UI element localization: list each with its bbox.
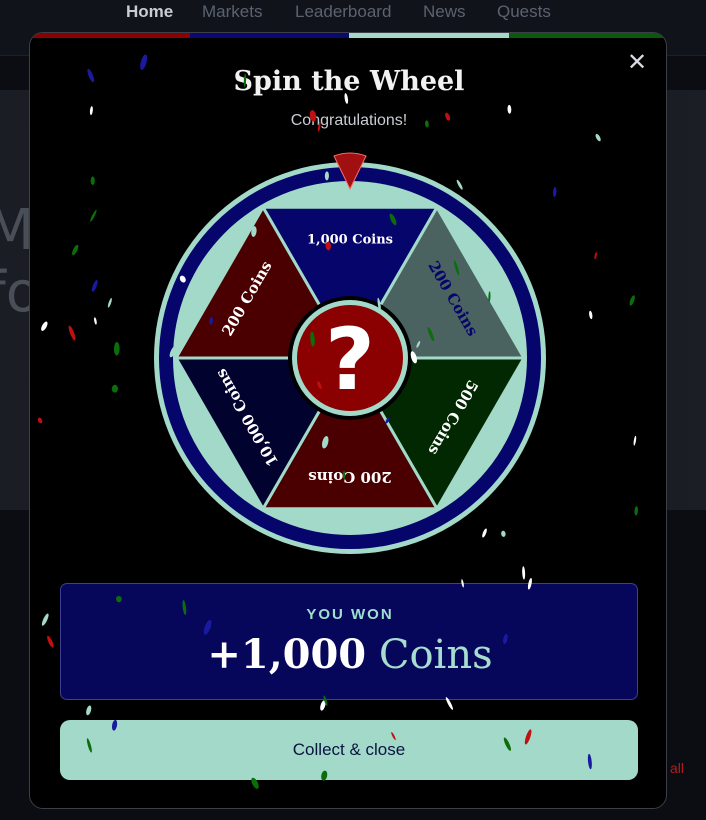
result-amount-unit: Coins	[378, 632, 493, 678]
result-amount: +1,000 Coins	[61, 630, 639, 680]
collect-close-button[interactable]: Collect & close	[60, 720, 638, 780]
result-label: YOU WON	[306, 606, 394, 623]
nav-home[interactable]: Home	[126, 2, 173, 22]
color-stripe-mint	[349, 33, 509, 38]
spin-wheel-modal: ✕ Spin the Wheel Congratulations! 1,000 …	[29, 32, 667, 809]
modal-title: Spin the Wheel	[233, 66, 465, 97]
nav-news[interactable]: News	[423, 2, 466, 22]
wheel-center-question: ?	[325, 310, 375, 410]
result-amount-value: +1,000	[207, 631, 367, 678]
color-stripe-red	[30, 33, 190, 38]
color-stripe-navy	[190, 33, 349, 38]
color-stripe-green	[509, 33, 666, 38]
result-panel: YOU WON +1,000 Coins	[60, 583, 638, 700]
nav-markets[interactable]: Markets	[202, 2, 262, 22]
wheel-segment-label: 1,000 Coins	[307, 233, 393, 248]
nav-leaderboard[interactable]: Leaderboard	[295, 2, 391, 22]
nav-quests[interactable]: Quests	[497, 2, 551, 22]
wheel-segment-label: 200 Coins	[308, 468, 392, 486]
prize-wheel[interactable]: 1,000 Coins 200 Coins 500 Coins 200 Coins 10…	[150, 151, 550, 561]
background-view-all-link[interactable]: all	[670, 760, 684, 776]
modal-subtitle: Congratulations!	[290, 112, 408, 129]
